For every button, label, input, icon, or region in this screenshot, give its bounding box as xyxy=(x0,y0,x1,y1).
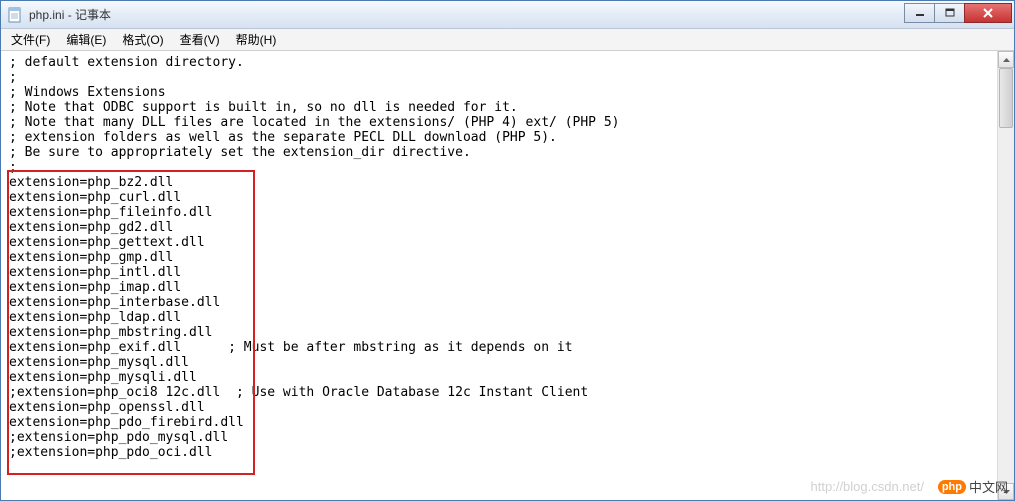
text-line: ;extension=php_pdo_mysql.dll xyxy=(9,430,989,445)
scroll-down-button[interactable] xyxy=(998,483,1014,500)
text-line: extension=php_gettext.dll xyxy=(9,235,989,250)
minimize-button[interactable] xyxy=(904,3,934,23)
window-title: php.ini - 记事本 xyxy=(29,6,111,23)
close-button[interactable] xyxy=(964,3,1012,23)
text-line: extension=php_intl.dll xyxy=(9,265,989,280)
text-line: ; xyxy=(9,160,989,175)
text-line: extension=php_mbstring.dll xyxy=(9,325,989,340)
titlebar-left: php.ini - 记事本 xyxy=(7,6,111,23)
text-line: extension=php_exif.dll ; Must be after m… xyxy=(9,340,989,355)
scroll-up-button[interactable] xyxy=(998,51,1014,68)
text-line: extension=php_gmp.dll xyxy=(9,250,989,265)
text-line: extension=php_openssl.dll xyxy=(9,400,989,415)
maximize-button[interactable] xyxy=(934,3,964,23)
close-icon xyxy=(982,8,994,18)
text-line: extension=php_ldap.dll xyxy=(9,310,989,325)
menubar: 文件(F) 编辑(E) 格式(O) 查看(V) 帮助(H) xyxy=(1,29,1014,51)
menu-format[interactable]: 格式(O) xyxy=(114,29,171,50)
text-line: extension=php_bz2.dll xyxy=(9,175,989,190)
text-line: extension=php_mysql.dll xyxy=(9,355,989,370)
text-line: ; default extension directory. xyxy=(9,55,989,70)
menu-edit[interactable]: 编辑(E) xyxy=(58,29,114,50)
text-line: extension=php_pdo_firebird.dll xyxy=(9,415,989,430)
window-controls xyxy=(904,3,1012,23)
text-line: ;extension=php_oci8 12c.dll ; Use with O… xyxy=(9,385,989,400)
notepad-window: php.ini - 记事本 文件(F) 编辑(E) 格式(O) 查看(V) 帮助… xyxy=(0,0,1015,501)
content-wrap: ; default extension directory.;; Windows… xyxy=(1,51,1014,500)
text-line: ;extension=php_pdo_oci.dll xyxy=(9,445,989,460)
menu-help[interactable]: 帮助(H) xyxy=(228,29,285,50)
titlebar: php.ini - 记事本 xyxy=(1,1,1014,29)
text-line: extension=php_fileinfo.dll xyxy=(9,205,989,220)
minimize-icon xyxy=(915,8,925,18)
text-line: ; Note that ODBC support is built in, so… xyxy=(9,100,989,115)
text-line: extension=php_curl.dll xyxy=(9,190,989,205)
scroll-thumb[interactable] xyxy=(999,68,1013,128)
text-line: extension=php_imap.dll xyxy=(9,280,989,295)
text-line: extension=php_mysqli.dll xyxy=(9,370,989,385)
text-line: ; extension folders as well as the separ… xyxy=(9,130,989,145)
vertical-scrollbar[interactable] xyxy=(997,51,1014,500)
text-line: extension=php_interbase.dll xyxy=(9,295,989,310)
notepad-icon xyxy=(7,7,23,23)
text-line: ; Note that many DLL files are located i… xyxy=(9,115,989,130)
maximize-icon xyxy=(945,8,955,18)
text-line: extension=php_gd2.dll xyxy=(9,220,989,235)
menu-file[interactable]: 文件(F) xyxy=(3,29,58,50)
text-line: ; Windows Extensions xyxy=(9,85,989,100)
text-area[interactable]: ; default extension directory.;; Windows… xyxy=(1,51,997,500)
chevron-down-icon xyxy=(1003,490,1010,494)
menu-view[interactable]: 查看(V) xyxy=(172,29,228,50)
scroll-track[interactable] xyxy=(998,68,1014,483)
chevron-up-icon xyxy=(1003,58,1010,62)
text-line: ; xyxy=(9,70,989,85)
text-line: ; Be sure to appropriately set the exten… xyxy=(9,145,989,160)
